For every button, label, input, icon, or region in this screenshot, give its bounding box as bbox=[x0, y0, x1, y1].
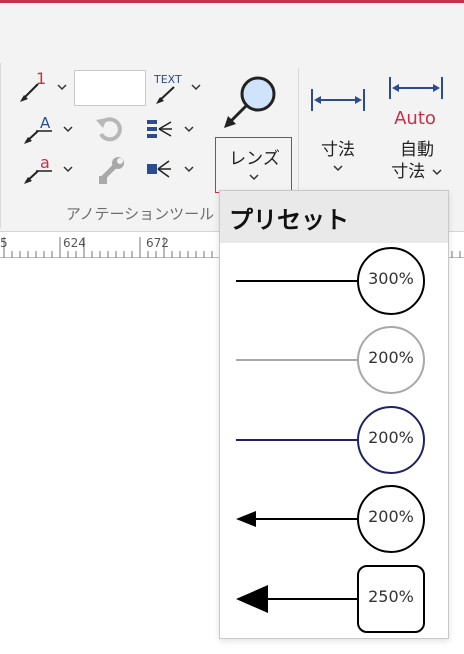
align-arrows-icon bbox=[147, 120, 194, 138]
dimension-button[interactable]: 寸法 bbox=[308, 139, 368, 173]
preset-zoom-label: 300% bbox=[368, 269, 414, 288]
dimension-icon bbox=[308, 85, 368, 115]
dimension-label: 寸法 bbox=[321, 140, 355, 160]
svg-text:1: 1 bbox=[36, 70, 46, 88]
dropdown-header: プリセット bbox=[220, 191, 448, 243]
wrench-icon[interactable] bbox=[93, 152, 129, 188]
leader-number-icon: 1 bbox=[20, 70, 67, 102]
leader-number-button[interactable]: 1 bbox=[16, 70, 72, 106]
ruler-label: 624 bbox=[63, 236, 86, 250]
ribbon-separator bbox=[0, 63, 1, 228]
arrowhead-icon bbox=[236, 585, 268, 613]
preset-item[interactable]: 300% bbox=[220, 243, 448, 317]
auto-dimension-button[interactable]: 自動 寸法 bbox=[380, 139, 454, 183]
auto-dimension-label-line1: 自動 bbox=[400, 140, 434, 160]
preset-zoom-label: 250% bbox=[368, 587, 414, 606]
ribbon-separator bbox=[298, 68, 299, 198]
preset-item[interactable]: 250% bbox=[220, 561, 448, 635]
preset-item[interactable]: 200% bbox=[220, 402, 448, 476]
leader-letter-icon: A bbox=[24, 114, 73, 144]
arrowhead-icon bbox=[236, 511, 256, 527]
auto-badge: Auto bbox=[394, 108, 436, 129]
annotation-text-input[interactable] bbox=[74, 70, 146, 106]
leader-small-letter-button[interactable]: a bbox=[22, 152, 78, 188]
chevron-down-icon bbox=[432, 169, 442, 176]
app-window: 1 TEXT Auto A a レンズ 寸法 自動 寸法 アノテーションツール … bbox=[0, 0, 464, 654]
leader-letter-button[interactable]: A bbox=[22, 112, 78, 148]
magnifier-arrow-icon bbox=[224, 76, 276, 128]
chevron-down-icon bbox=[333, 165, 343, 172]
svg-text:TEXT: TEXT bbox=[153, 73, 182, 86]
text-leader-icon: TEXT bbox=[153, 73, 201, 104]
rotate-icon[interactable] bbox=[93, 112, 129, 148]
svg-text:a: a bbox=[40, 153, 50, 172]
leader-small-letter-icon: a bbox=[24, 153, 73, 184]
lens-big-icon-area[interactable] bbox=[220, 70, 282, 132]
ruler-label: 672 bbox=[146, 236, 169, 250]
auto-dimension-icon bbox=[386, 75, 446, 105]
lens-button[interactable]: レンズ bbox=[215, 137, 292, 193]
annotation-tools-group-label: アノテーションツール bbox=[65, 205, 215, 223]
preset-zoom-label: 200% bbox=[368, 428, 414, 447]
svg-text:A: A bbox=[40, 114, 51, 132]
auto-dimension-label-line2: 寸法 bbox=[391, 162, 426, 182]
preset-zoom-label: 200% bbox=[368, 507, 414, 526]
auto-dimension-label-line2-row: 寸法 bbox=[380, 161, 454, 183]
connector-button[interactable] bbox=[145, 152, 201, 188]
lens-label: レンズ bbox=[229, 149, 280, 169]
lens-preset-dropdown: プリセット 300% 200% 200% 200% 250% bbox=[219, 190, 449, 639]
connector-icon bbox=[147, 160, 194, 178]
ruler-label: 5 bbox=[0, 236, 8, 250]
align-distribute-button[interactable] bbox=[145, 112, 201, 148]
preset-zoom-label: 200% bbox=[368, 348, 414, 367]
preset-item[interactable]: 200% bbox=[220, 322, 448, 396]
chevron-down-icon bbox=[249, 174, 259, 181]
preset-item[interactable]: 200% bbox=[220, 481, 448, 555]
text-leader-button[interactable]: TEXT bbox=[152, 70, 208, 106]
dropdown-title: プリセット bbox=[229, 206, 349, 234]
